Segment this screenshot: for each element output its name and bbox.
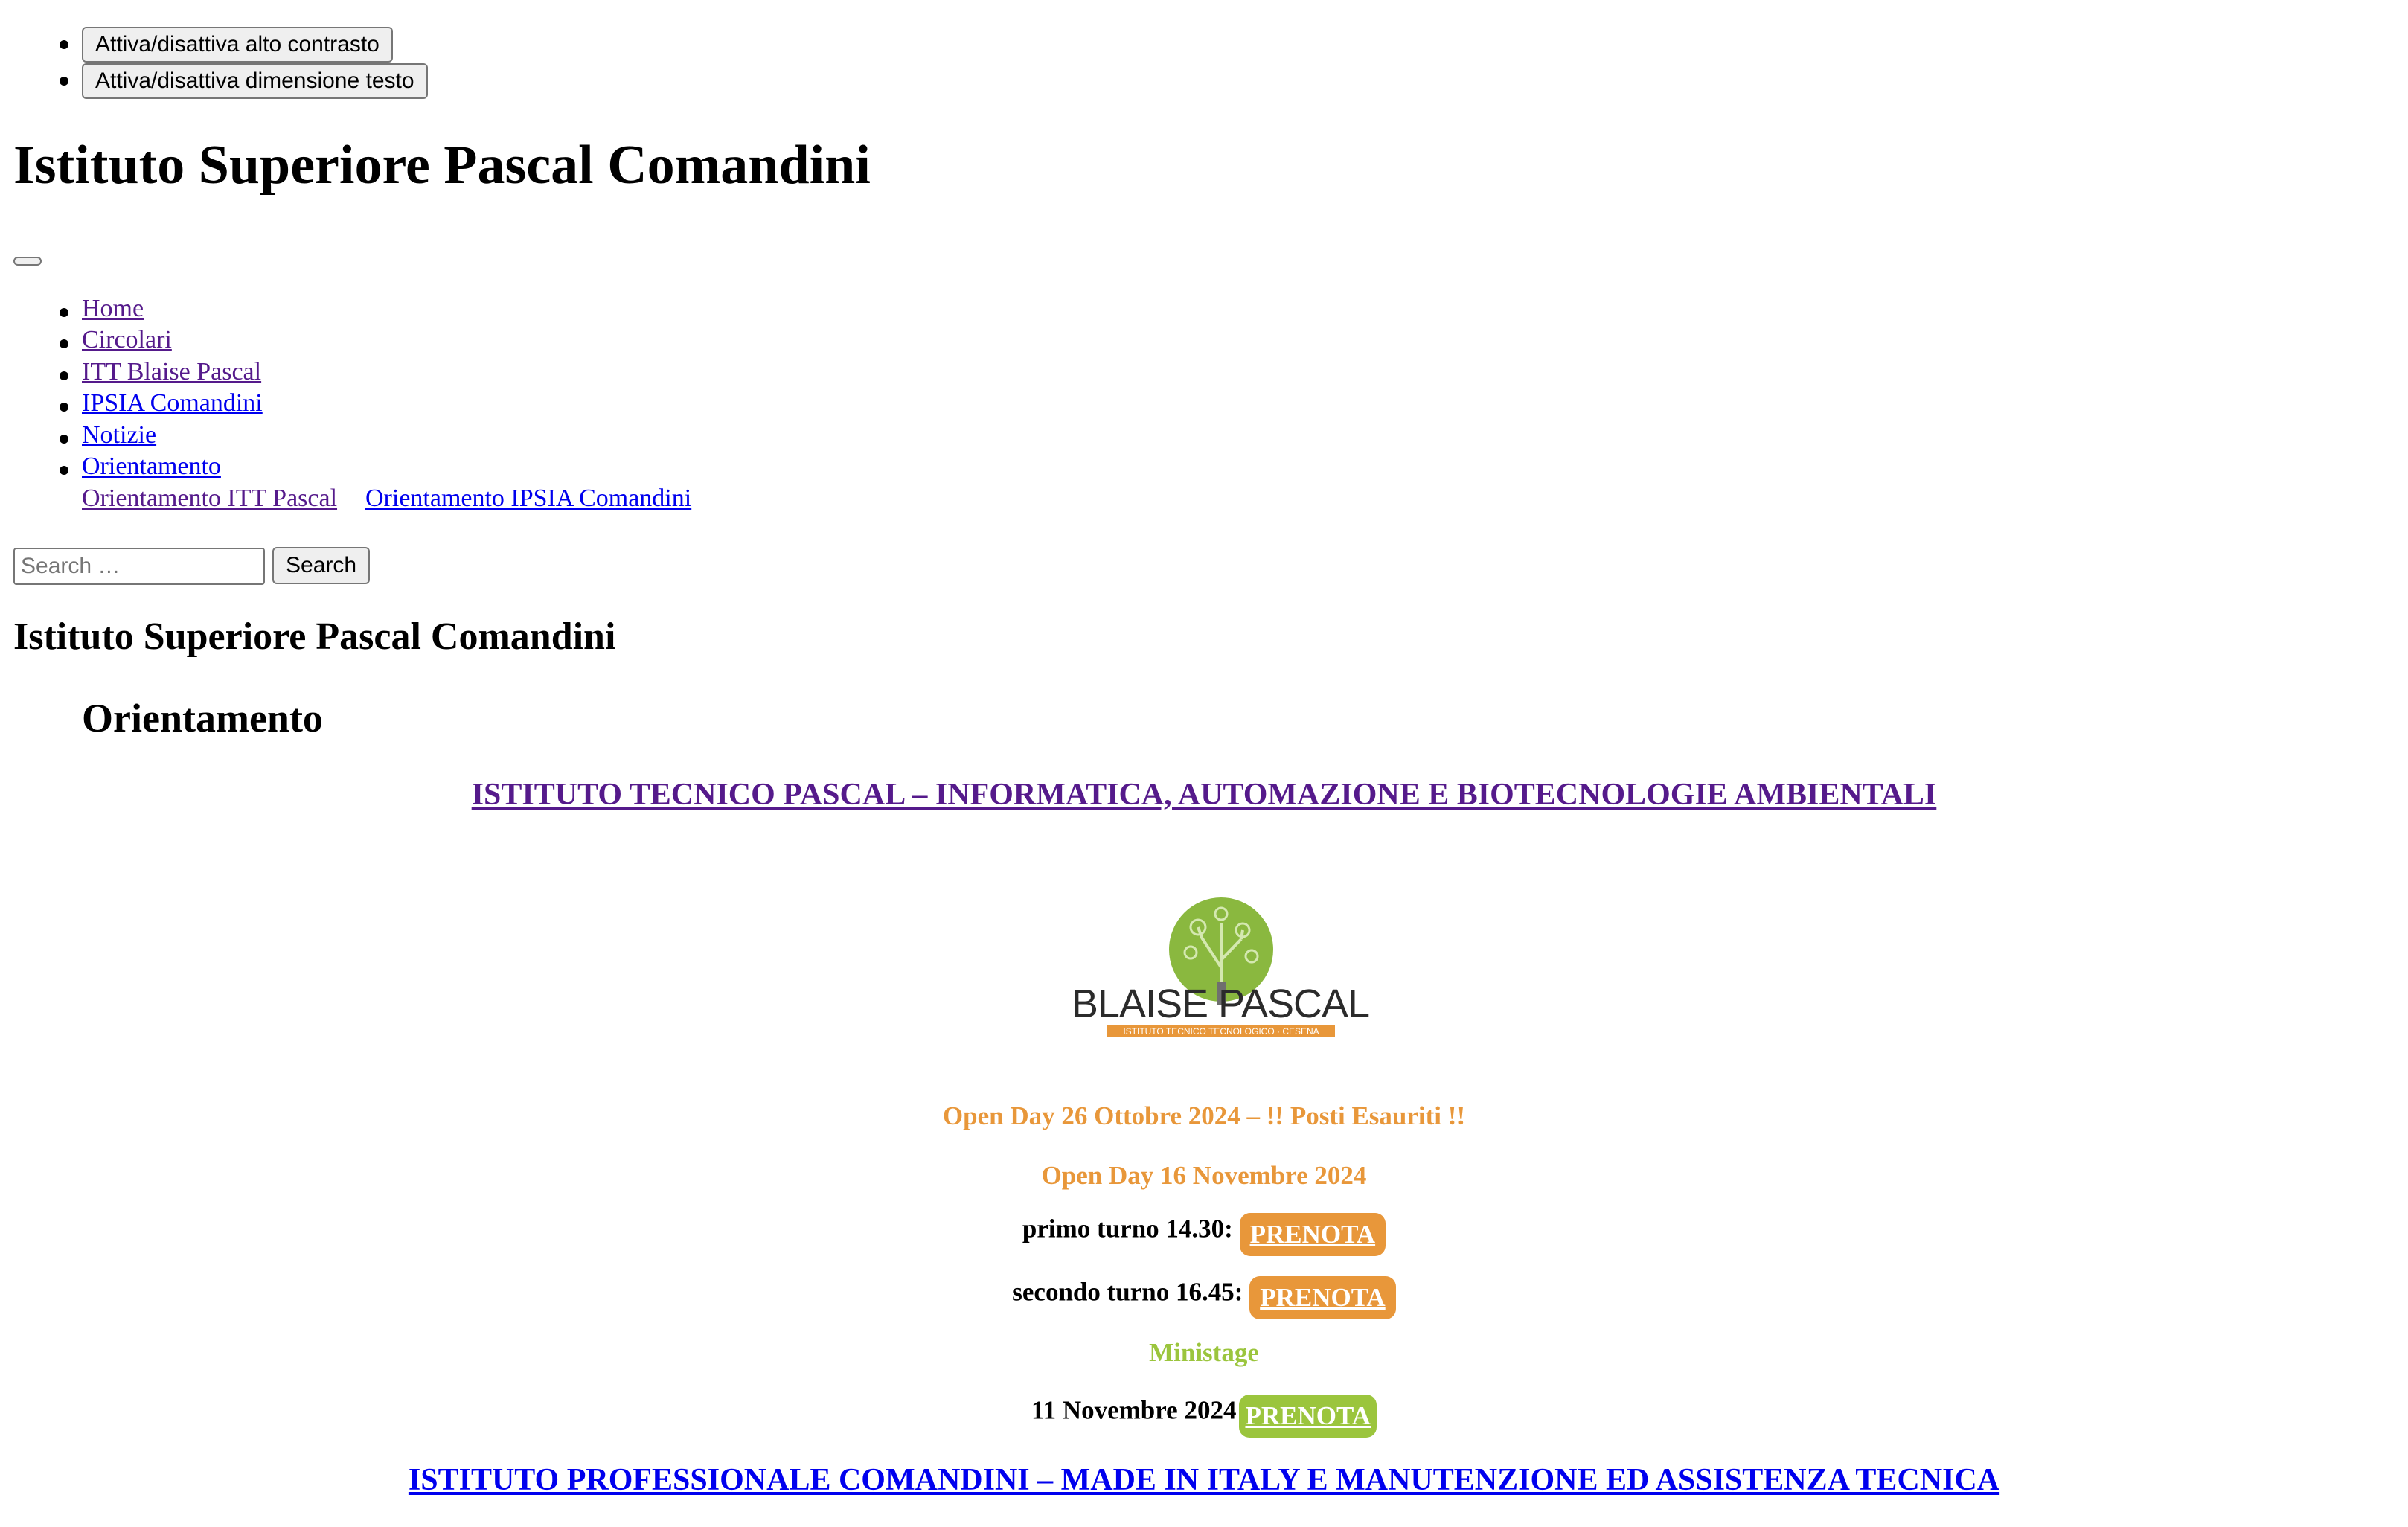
nav-item-itt-blaise-pascal[interactable]: ITT Blaise Pascal (82, 358, 261, 386)
list-bullet (60, 466, 68, 475)
submenu-item-orientamento-itt-pascal[interactable]: Orientamento ITT Pascal (82, 484, 337, 513)
list-bullet (60, 40, 68, 49)
page-title: Orientamento (82, 696, 323, 740)
prenota-turno-2-button[interactable]: PRENOTA (1249, 1276, 1396, 1319)
menu-toggle-button[interactable] (13, 257, 42, 266)
nav-item-circolari[interactable]: Circolari (82, 326, 172, 354)
submenu-item-orientamento-ipsia-comandini[interactable]: Orientamento IPSIA Comandini (365, 484, 691, 513)
list-bullet (60, 339, 68, 348)
blaise-pascal-logo: BLAISE PASCAL ISTITUTO TECNICO TECNOLOGI… (1064, 856, 1377, 1060)
high-contrast-toggle-button[interactable]: Attiva/disattiva alto contrasto (82, 27, 393, 63)
list-bullet (60, 308, 68, 317)
prenota-ministage-button[interactable]: PRENOTA (1239, 1395, 1377, 1438)
list-bullet (60, 371, 68, 380)
ministage-title: Ministage (1149, 1338, 1259, 1367)
section-link-istituto-tecnico-pascal[interactable]: ISTITUTO TECNICO PASCAL – INFORMATICA, A… (472, 778, 1937, 812)
search-input[interactable] (13, 548, 265, 585)
nav-item-orientamento[interactable]: Orientamento (82, 452, 221, 481)
ministage-date: 11 Novembre 2024 (1031, 1395, 1237, 1425)
open-day-2: Open Day 16 Novembre 2024 (1041, 1161, 1367, 1190)
colon-separator: : (1234, 1277, 1250, 1307)
open-day-1: Open Day 26 Ottobre 2024 – !! Posti Esau… (942, 1101, 1466, 1130)
site-title: Istituto Superiore Pascal Comandini (13, 135, 871, 196)
list-bullet (60, 435, 68, 444)
logo-name: BLAISE PASCAL (1071, 982, 1370, 1026)
nav-item-notizie[interactable]: Notizie (82, 421, 156, 449)
site-title-secondary: Istituto Superiore Pascal Comandini (13, 615, 616, 658)
nav-item-home[interactable]: Home (82, 295, 144, 323)
turno-1-label: primo turno 14.30 (1022, 1214, 1225, 1243)
prenota-turno-1-button[interactable]: PRENOTA (1239, 1213, 1386, 1256)
list-bullet (60, 77, 68, 86)
nav-item-ipsia-comandini[interactable]: IPSIA Comandini (82, 389, 263, 417)
search-button[interactable]: Search (272, 547, 371, 584)
section-link-istituto-professionale-comandini[interactable]: ISTITUTO PROFESSIONALE COMANDINI – MADE … (409, 1463, 1999, 1497)
list-bullet (60, 403, 68, 412)
turno-2-label: secondo turno 16.45 (1012, 1277, 1235, 1307)
logo-tagline: ISTITUTO TECNICO TECNOLOGICO · CESENA (1107, 1025, 1335, 1037)
colon-separator: : (1224, 1214, 1240, 1243)
text-size-toggle-button[interactable]: Attiva/disattiva dimensione testo (82, 63, 428, 99)
